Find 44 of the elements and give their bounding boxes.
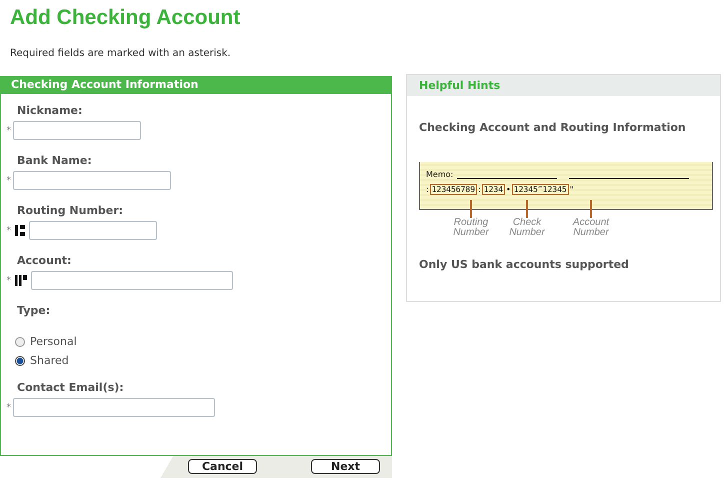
text-field[interactable] [13, 398, 215, 417]
required-asterisk: * [6, 276, 11, 286]
form-button[interactable]: Cancel [188, 459, 257, 474]
field-label: Bank Name: [17, 154, 93, 167]
page-title: Add Checking Account [9, 5, 242, 30]
text-field[interactable] [13, 171, 171, 190]
panel-header: Checking Account Information [1, 76, 391, 94]
micr-number: 123456789 [430, 184, 478, 195]
check-label: Check Number [508, 218, 546, 238]
radio-option[interactable]: Shared [15, 354, 391, 367]
text-field[interactable] [31, 271, 233, 290]
form-button[interactable]: Next [311, 459, 380, 474]
field-label: Routing Number: [17, 204, 124, 217]
micr-symbol: : [426, 185, 429, 194]
radio-button[interactable] [15, 356, 25, 366]
field-label: Type: [17, 304, 52, 317]
field-label: Nickname: [17, 104, 84, 117]
field-label: Account: [17, 254, 72, 267]
required-asterisk: * [6, 126, 11, 136]
micr-number: 1234 [482, 184, 506, 195]
check-label: Routing Number [452, 218, 490, 238]
radio-option[interactable]: Personal [15, 335, 391, 348]
micr-number: 12345‴12345 [512, 184, 569, 195]
text-field[interactable] [29, 221, 157, 240]
required-asterisk: * [6, 402, 11, 412]
text-field[interactable] [13, 121, 141, 140]
micr-symbol: : [478, 185, 481, 194]
leader-line [590, 200, 592, 218]
hints-heading: Checking Account and Routing Information [419, 121, 687, 134]
required-asterisk: * [6, 226, 11, 236]
hints-header: Helpful Hints [407, 75, 720, 96]
radio-button[interactable] [15, 336, 25, 346]
micr-symbol: " [570, 185, 574, 194]
check-label: Account Number [572, 218, 610, 238]
leader-line [470, 200, 472, 218]
leader-line [526, 200, 528, 218]
hints-footer: Only US bank accounts supported [419, 258, 720, 271]
micr-symbol: • [506, 185, 511, 194]
on-us-symbol-icon [15, 275, 27, 286]
memo-label: Memo: [426, 170, 454, 179]
transit-symbol-icon [15, 225, 25, 236]
field-label: Contact Email(s): [17, 381, 125, 394]
required-note: Required fields are marked with an asterisk. [10, 48, 232, 59]
required-asterisk: * [6, 176, 11, 186]
